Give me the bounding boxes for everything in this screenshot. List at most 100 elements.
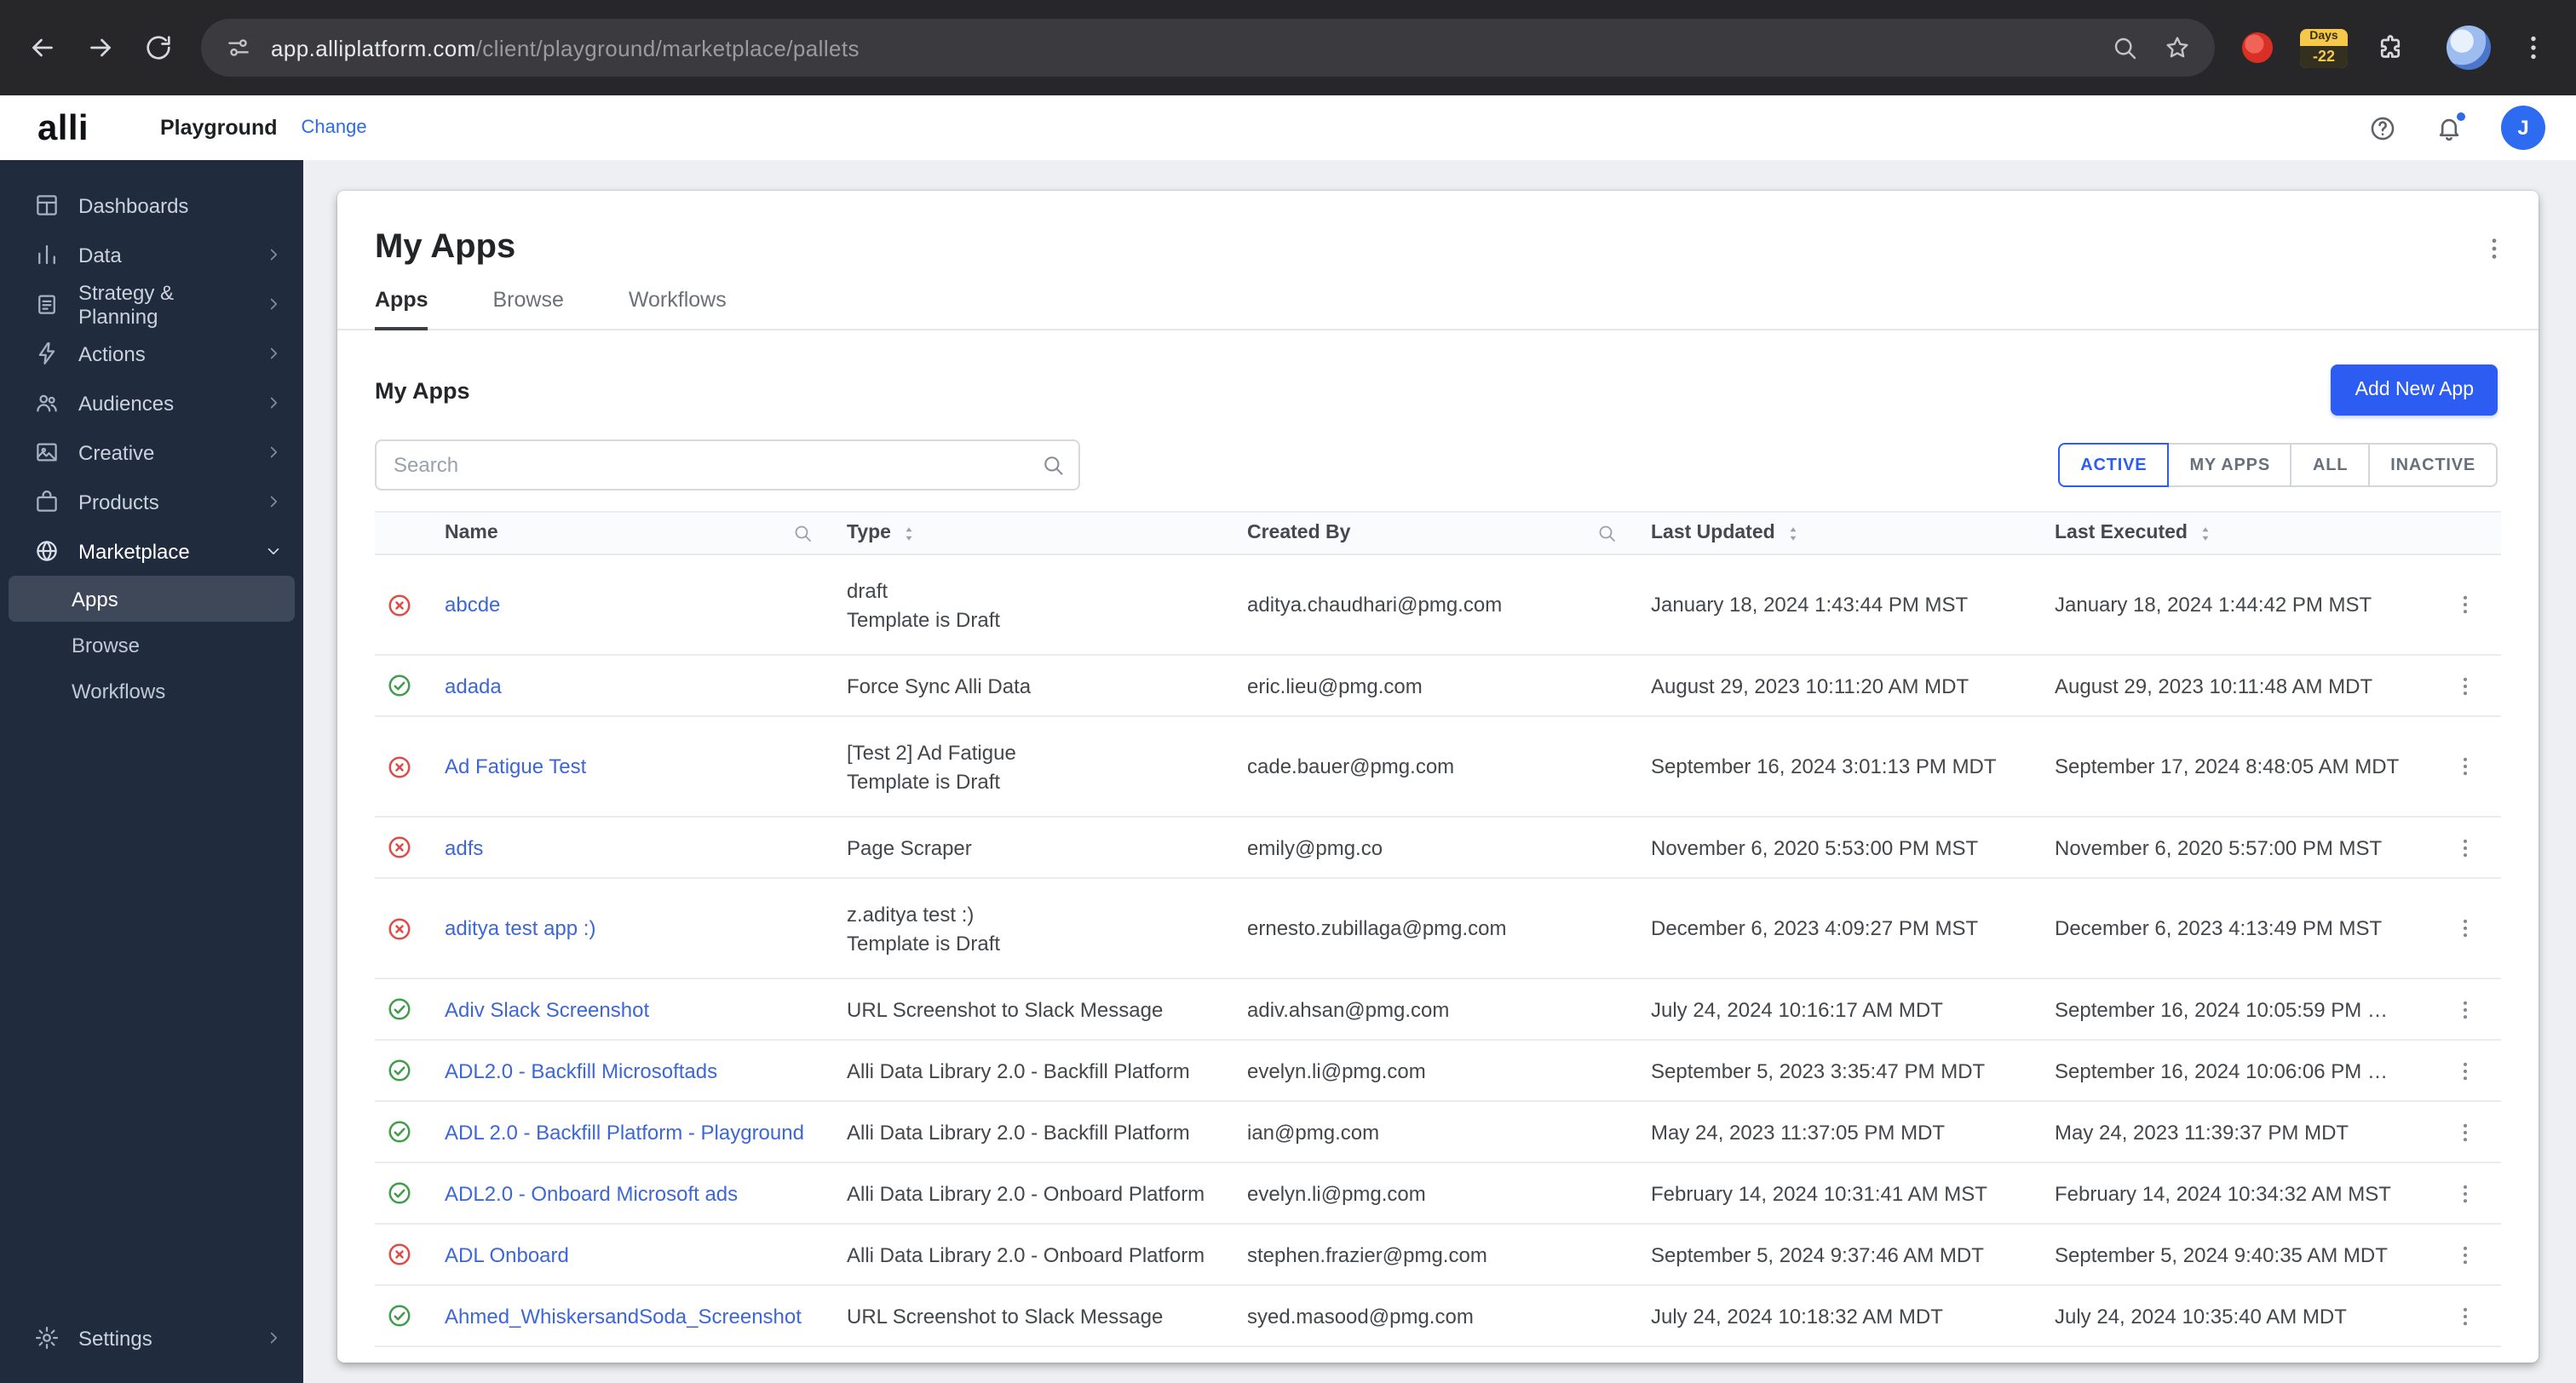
row-menu-icon[interactable] xyxy=(2453,593,2477,617)
app-name-link[interactable]: ADL2.0 - Backfill Microsoftads xyxy=(445,1059,734,1082)
search-input[interactable] xyxy=(375,439,1080,491)
last-executed: May 24, 2023 11:39:37 PM MDT xyxy=(2055,1120,2349,1144)
error-status-icon xyxy=(387,592,412,617)
app-type-line: Template is Draft xyxy=(847,607,1001,631)
column-header-created-by[interactable]: Created By xyxy=(1247,523,1651,543)
audiences-icon xyxy=(34,390,60,416)
apps-table: Name Type Created By Last Updated Last Execu… xyxy=(375,511,2501,1363)
column-header-name[interactable]: Name xyxy=(445,523,847,543)
tab-browse[interactable]: Browse xyxy=(493,289,564,329)
last-executed: August 29, 2023 10:11:48 AM MDT xyxy=(2055,674,2373,697)
row-menu-icon[interactable] xyxy=(2453,1242,2477,1266)
sidebar-item-data[interactable]: Data xyxy=(0,230,303,279)
browser-profile-avatar[interactable] xyxy=(2447,26,2491,70)
page-menu-icon[interactable] xyxy=(2481,235,2508,262)
notifications-button[interactable] xyxy=(2435,110,2467,142)
site-info-icon[interactable] xyxy=(225,34,252,61)
row-menu-icon[interactable] xyxy=(2453,755,2477,778)
app-name-link[interactable]: ADL2.0 - Onboard Microsoft ads xyxy=(445,1181,755,1205)
days-badge-value: -22 xyxy=(2300,45,2348,67)
chevron-right-icon xyxy=(264,443,283,462)
app-name-link[interactable]: ADL 2.0 - Backfill Platform - Playground xyxy=(445,1120,821,1144)
sidebar-item-actions[interactable]: Actions xyxy=(0,329,303,378)
filter-active-button[interactable]: ACTIVE xyxy=(2058,443,2170,487)
chevron-right-icon xyxy=(264,245,283,264)
marketplace-icon xyxy=(34,538,60,564)
days-extension-badge[interactable]: Days -22 xyxy=(2300,28,2348,67)
app-type-line: Alli Data Library 2.0 - Backfill Platfor… xyxy=(847,1120,1190,1144)
back-icon[interactable] xyxy=(27,32,58,63)
row-menu-icon[interactable] xyxy=(2453,1120,2477,1144)
filter-all-button[interactable]: ALL xyxy=(2290,443,2371,487)
created-by: ian@pmg.com xyxy=(1247,1120,1380,1144)
sidebar-item-creative[interactable]: Creative xyxy=(0,428,303,477)
app-name-link[interactable]: Ad Fatigue Test xyxy=(445,755,603,778)
column-label: Last Executed xyxy=(2055,523,2188,543)
sidebar-item-strategy-planning[interactable]: Strategy & Planning xyxy=(0,279,303,329)
chevron-down-icon xyxy=(264,542,283,560)
column-header-last-executed[interactable]: Last Executed xyxy=(2055,523,2419,543)
data-icon xyxy=(34,242,60,267)
zoom-icon[interactable] xyxy=(2111,34,2138,61)
url-bar[interactable]: app.alliplatform.com/client/playground/m… xyxy=(201,19,2215,77)
app-type-line: URL Screenshot to Slack Message xyxy=(847,1304,1164,1328)
browser-menu-icon[interactable] xyxy=(2518,32,2549,63)
sidebar-item-settings[interactable]: Settings xyxy=(0,1313,303,1363)
row-menu-icon[interactable] xyxy=(2453,997,2477,1021)
column-header-type[interactable]: Type xyxy=(847,523,1247,543)
change-workspace-link[interactable]: Change xyxy=(302,118,367,138)
row-menu-icon[interactable] xyxy=(2453,1304,2477,1328)
tab-apps[interactable]: Apps xyxy=(375,289,429,330)
sidebar-subitem-apps[interactable]: Apps xyxy=(9,576,295,622)
app-name-link[interactable]: ADL Onboard xyxy=(445,1242,586,1266)
filter-my-apps-button[interactable]: MY APPS xyxy=(2167,443,2292,487)
tab-workflows[interactable]: Workflows xyxy=(629,289,727,329)
last-updated: December 6, 2023 4:09:27 PM MST xyxy=(1651,916,1979,940)
main-content: My Apps Apps Browse Workflows My Apps Add … xyxy=(303,160,2576,1383)
help-icon[interactable] xyxy=(2368,113,2397,142)
sort-icon[interactable] xyxy=(2196,524,2215,542)
app-name-link[interactable]: adada xyxy=(445,674,519,697)
last-executed: November 6, 2020 5:57:00 PM MST xyxy=(2055,835,2383,859)
sidebar-item-audiences[interactable]: Audiences xyxy=(0,378,303,428)
row-menu-icon[interactable] xyxy=(2453,1059,2477,1082)
bookmark-star-icon[interactable] xyxy=(2164,34,2191,61)
app-name-link[interactable]: Ahmed_WhiskersandSoda_Screenshot xyxy=(445,1304,819,1328)
add-new-app-button[interactable]: Add New App xyxy=(2331,364,2498,416)
sidebar-subitem-workflows[interactable]: Workflows xyxy=(9,668,295,714)
app-name-link[interactable]: adfs xyxy=(445,835,500,859)
error-status-icon xyxy=(387,1242,412,1267)
user-avatar[interactable]: J xyxy=(2501,106,2545,150)
row-menu-icon[interactable] xyxy=(2453,916,2477,940)
extensions-puzzle-icon[interactable] xyxy=(2375,32,2406,63)
column-search-icon[interactable] xyxy=(792,523,813,543)
success-status-icon xyxy=(387,673,412,698)
row-menu-icon[interactable] xyxy=(2453,674,2477,697)
sidebar-item-dashboards[interactable]: Dashboards xyxy=(0,181,303,230)
sort-icon[interactable] xyxy=(1784,524,1803,542)
app-name-link[interactable]: Adiv Slack Screenshot xyxy=(445,997,666,1021)
created-by: cade.bauer@pmg.com xyxy=(1247,755,1455,778)
app-type-line: Template is Draft xyxy=(847,769,1001,793)
filter-inactive-button[interactable]: INACTIVE xyxy=(2368,443,2498,487)
created-by: aditya.chaudhari@pmg.com xyxy=(1247,593,1503,617)
table-row: ADL2.0 - Backfill Microsoftads Alli Data … xyxy=(375,1041,2501,1102)
row-menu-icon[interactable] xyxy=(2453,835,2477,859)
table-row: Ahmed_WhiskersandSoda_Screenshot URL Scre… xyxy=(375,1286,2501,1347)
chevron-right-icon xyxy=(264,344,283,363)
row-menu-icon[interactable] xyxy=(2453,1181,2477,1205)
notification-dot xyxy=(2455,110,2467,122)
extension-red-icon[interactable] xyxy=(2242,32,2273,63)
app-name-link[interactable]: aditya test app :) xyxy=(445,916,612,940)
app-name-link[interactable]: abcde xyxy=(445,593,517,617)
sidebar-subitem-browse[interactable]: Browse xyxy=(9,622,295,668)
forward-icon[interactable] xyxy=(85,32,116,63)
sidebar-item-products[interactable]: Products xyxy=(0,477,303,526)
column-header-last-updated[interactable]: Last Updated xyxy=(1651,523,2055,543)
column-search-icon[interactable] xyxy=(1596,523,1617,543)
chevron-right-icon xyxy=(264,1328,283,1347)
sort-icon[interactable] xyxy=(900,524,918,542)
sidebar-item-marketplace[interactable]: Marketplace xyxy=(0,526,303,576)
reload-icon[interactable] xyxy=(143,32,174,63)
sidebar-subitem-label: Workflows xyxy=(72,679,166,703)
